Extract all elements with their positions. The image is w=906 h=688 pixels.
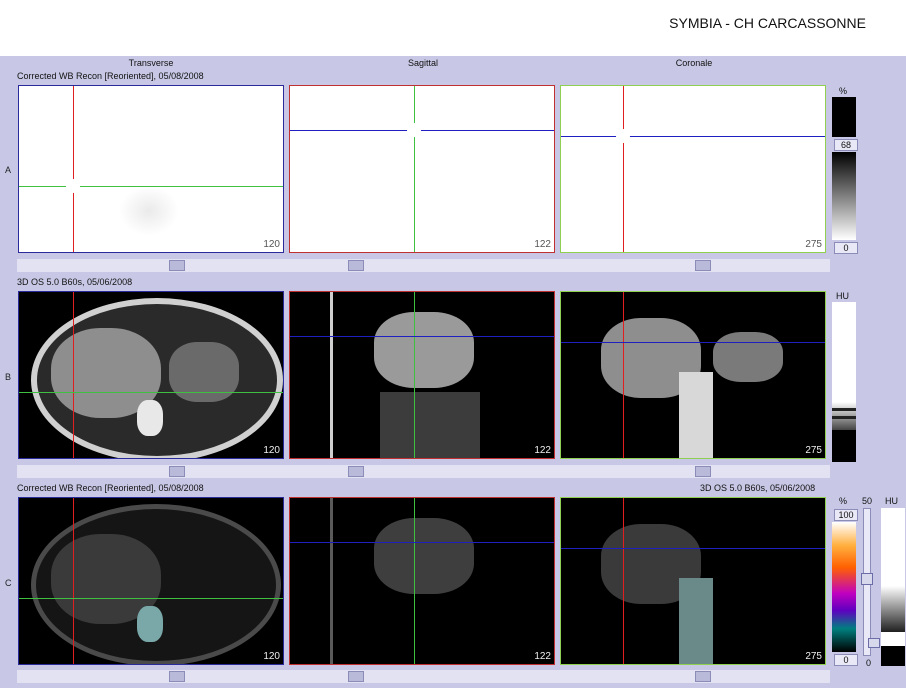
colorbar-a-unit: %: [839, 86, 848, 96]
slice-number: 275: [805, 239, 822, 250]
colorbar-c-ct-gradient: [881, 586, 905, 632]
blend-slider-thumb[interactable]: [861, 573, 873, 585]
liver-region: [374, 518, 474, 594]
crosshair-horizontal[interactable]: [561, 342, 825, 343]
slice-number: 122: [534, 239, 551, 250]
slice-number: 120: [263, 651, 280, 662]
colorbar-c-pet-gradient[interactable]: [832, 522, 856, 652]
colorbar-a-min[interactable]: 0: [834, 242, 858, 254]
ct-coronal-view[interactable]: 275: [560, 291, 826, 459]
colorbar-c-ct-window[interactable]: [881, 508, 905, 586]
column-label-coronal: Coronale: [675, 58, 713, 68]
skin-line: [330, 292, 333, 458]
crosshair-horizontal[interactable]: [19, 392, 283, 393]
header-bar: SYMBIA - CH CARCASSONNE: [0, 0, 906, 56]
ct-transverse-view[interactable]: 120: [18, 291, 284, 459]
pet-coronal-view[interactable]: 275: [560, 85, 826, 253]
crosshair-vertical[interactable]: [414, 292, 415, 458]
colorbar-c-ct-unit: HU: [885, 496, 898, 506]
site-title: SYMBIA - CH CARCASSONNE: [669, 15, 866, 31]
slice-number: 122: [534, 445, 551, 456]
row-c-series-label-left: Corrected WB Recon [Reoriented], 05/08/2…: [17, 483, 204, 493]
blend-min: 0: [866, 658, 872, 668]
pet-uptake-blob: [119, 186, 179, 236]
crosshair-horizontal[interactable]: [561, 136, 825, 137]
crosshair-horizontal[interactable]: [290, 130, 554, 131]
crosshair-horizontal[interactable]: [561, 548, 825, 549]
row-c-series-label-right: 3D OS 5.0 B60s, 05/06/2008: [700, 483, 816, 493]
spleen-region: [713, 332, 783, 382]
pet-sagittal-view[interactable]: 122: [289, 85, 555, 253]
transverse-slice-thumb[interactable]: [169, 466, 185, 477]
fused-coronal-view[interactable]: 275: [560, 497, 826, 665]
coronal-slice-thumb[interactable]: [695, 260, 711, 271]
fused-sagittal-view[interactable]: 122: [289, 497, 555, 665]
spine-column: [679, 372, 713, 458]
coronal-slice-thumb[interactable]: [695, 466, 711, 477]
window-handle-bottom[interactable]: [832, 416, 856, 419]
row-b-series-label: 3D OS 5.0 B60s, 05/06/2008: [17, 277, 133, 287]
crosshair-horizontal[interactable]: [19, 598, 283, 599]
liver-region: [374, 312, 474, 388]
skin-line: [330, 498, 333, 664]
colorbar-a-max[interactable]: 68: [834, 139, 858, 151]
colorbar-b-window[interactable]: [832, 302, 856, 402]
colorbar-c-ct-black: [881, 646, 905, 666]
crosshair-center[interactable]: [616, 129, 630, 143]
crosshair-vertical[interactable]: [73, 86, 74, 252]
crosshair-vertical[interactable]: [414, 498, 415, 664]
fused-transverse-view[interactable]: 120: [18, 497, 284, 665]
crosshair-horizontal[interactable]: [290, 336, 554, 337]
colorbar-c-ct-marker[interactable]: [881, 632, 905, 646]
colorbar-c-pet-unit: %: [839, 496, 848, 506]
sagittal-slice-thumb[interactable]: [348, 466, 364, 477]
crosshair-vertical[interactable]: [623, 86, 624, 252]
row-b-label: B: [5, 372, 12, 382]
crosshair-vertical[interactable]: [73, 498, 74, 664]
slice-number: 120: [263, 445, 280, 456]
abdomen-region: [380, 392, 480, 458]
row-c-label: C: [5, 578, 12, 588]
crosshair-vertical[interactable]: [623, 498, 624, 664]
sagittal-slice-thumb[interactable]: [348, 260, 364, 271]
row-a-slice-scrollbar[interactable]: [17, 259, 830, 272]
colorbar-a-saturation: [832, 97, 856, 137]
column-label-sagittal: Sagittal: [407, 58, 439, 68]
row-c-slice-scrollbar[interactable]: [17, 670, 830, 683]
crosshair-center[interactable]: [407, 123, 421, 137]
crosshair-vertical[interactable]: [414, 86, 415, 252]
window-handle-top[interactable]: [832, 408, 856, 411]
column-label-transverse: Transverse: [128, 58, 174, 68]
coronal-slice-thumb[interactable]: [695, 671, 711, 682]
sagittal-slice-thumb[interactable]: [348, 671, 364, 682]
crosshair-horizontal[interactable]: [19, 186, 283, 187]
slice-number: 275: [805, 445, 822, 456]
row-b-slice-scrollbar[interactable]: [17, 465, 830, 478]
spine-vertebra: [137, 400, 163, 436]
transverse-slice-thumb[interactable]: [169, 671, 185, 682]
spine-column: [679, 578, 713, 664]
slice-number: 122: [534, 651, 551, 662]
slice-number: 120: [263, 239, 280, 250]
ct-sagittal-view[interactable]: 122: [289, 291, 555, 459]
row-a-series-label: Corrected WB Recon [Reoriented], 05/08/2…: [17, 71, 204, 81]
transverse-slice-thumb[interactable]: [169, 260, 185, 271]
crosshair-center[interactable]: [66, 179, 80, 193]
colorbar-c-min[interactable]: 0: [834, 654, 858, 666]
colorbar-b-unit: HU: [836, 291, 849, 301]
colorbar-b-black: [832, 430, 856, 462]
row-a-label: A: [5, 165, 12, 175]
spine-vertebra: [137, 606, 163, 642]
colorbar-c-max[interactable]: 100: [834, 509, 858, 521]
crosshair-horizontal[interactable]: [290, 542, 554, 543]
crosshair-vertical[interactable]: [73, 292, 74, 458]
crosshair-vertical[interactable]: [623, 292, 624, 458]
blend-slider-track[interactable]: [861, 508, 873, 656]
slice-number: 275: [805, 651, 822, 662]
pet-transverse-view[interactable]: 120: [18, 85, 284, 253]
blend-value: 50: [862, 496, 873, 506]
colorbar-a-gradient[interactable]: [832, 152, 856, 240]
stomach-region: [169, 342, 239, 402]
blend-lower-handle[interactable]: [868, 638, 880, 648]
